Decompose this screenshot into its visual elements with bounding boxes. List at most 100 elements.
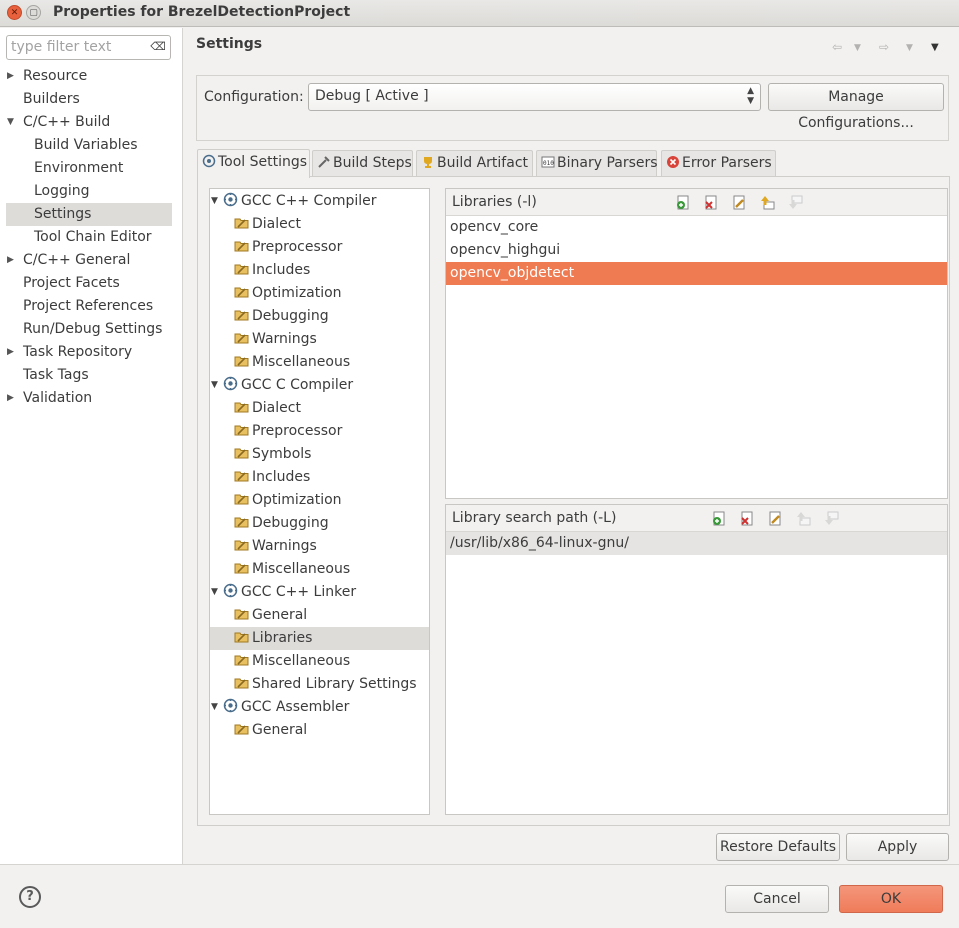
nav-item-run-debug-settings[interactable]: Run/Debug Settings bbox=[0, 318, 162, 341]
tree-node-label: Warnings bbox=[252, 331, 317, 347]
collapse-arrow-icon[interactable]: ▼ bbox=[211, 581, 218, 603]
collapse-arrow-icon[interactable]: ▼ bbox=[7, 111, 14, 133]
tree-option-dialect[interactable]: Dialect bbox=[234, 397, 301, 420]
tab-tool-settings[interactable]: Tool Settings bbox=[197, 149, 310, 178]
nav-item-tool-chain-editor[interactable]: Tool Chain Editor bbox=[0, 226, 152, 249]
tree-option-preprocessor[interactable]: Preprocessor bbox=[234, 236, 342, 259]
nav-item-resource[interactable]: ▶ Resource bbox=[0, 65, 87, 88]
tree-option-optimization[interactable]: Optimization bbox=[234, 489, 342, 512]
library-item[interactable]: opencv_highgui bbox=[446, 239, 947, 262]
cancel-button[interactable]: Cancel bbox=[725, 885, 829, 913]
tree-option-preprocessor[interactable]: Preprocessor bbox=[234, 420, 342, 443]
add-icon[interactable] bbox=[712, 511, 727, 526]
tree-option-shared-library-settings[interactable]: Shared Library Settings bbox=[234, 673, 417, 696]
tree-option-debugging[interactable]: Debugging bbox=[234, 305, 329, 328]
nav-item-environment[interactable]: Environment bbox=[0, 157, 123, 180]
option-category-icon bbox=[234, 721, 249, 736]
select-updown-icon: ▲ ▼ bbox=[747, 86, 754, 106]
error-parsers-icon bbox=[667, 156, 679, 168]
back-dropdown-icon[interactable]: ▼ bbox=[854, 43, 861, 53]
tab-build-steps[interactable]: Build Steps bbox=[312, 150, 413, 176]
delete-icon[interactable] bbox=[740, 511, 755, 526]
library-item[interactable]: opencv_core bbox=[446, 216, 947, 239]
tree-option-includes[interactable]: Includes bbox=[234, 259, 310, 282]
edit-icon[interactable] bbox=[768, 511, 783, 526]
move-up-icon[interactable] bbox=[796, 511, 811, 526]
filter-input[interactable] bbox=[11, 36, 146, 58]
settings-page: Settings ⇦ ▼ ⇨ ▼ ▼ Configuration: Debug … bbox=[184, 28, 959, 864]
tree-option-general[interactable]: General bbox=[234, 719, 307, 742]
collapse-arrow-icon[interactable]: ▼ bbox=[211, 696, 218, 718]
tree-option-miscellaneous[interactable]: Miscellaneous bbox=[234, 650, 350, 673]
restore-defaults-button[interactable]: Restore Defaults bbox=[716, 833, 840, 861]
tree-node-label: Debugging bbox=[252, 308, 329, 324]
nav-item-settings[interactable]: Settings bbox=[6, 203, 172, 226]
minimize-window-icon[interactable]: ▢ bbox=[26, 5, 41, 20]
filter-field[interactable]: ⌫ bbox=[6, 35, 171, 60]
tree-tool-gcc-assembler[interactable]: ▼ GCC Assembler bbox=[211, 696, 349, 719]
collapse-arrow-icon[interactable]: ▼ bbox=[211, 374, 218, 396]
tree-option-warnings[interactable]: Warnings bbox=[234, 535, 317, 558]
tree-option-miscellaneous[interactable]: Miscellaneous bbox=[234, 351, 350, 374]
expand-arrow-icon[interactable]: ▶ bbox=[7, 65, 14, 87]
nav-item-c-c-general[interactable]: ▶ C/C++ General bbox=[0, 249, 130, 272]
tree-node-label: Preprocessor bbox=[252, 423, 343, 439]
move-down-icon[interactable] bbox=[788, 195, 803, 210]
forward-dropdown-icon[interactable]: ▼ bbox=[906, 43, 913, 53]
nav-item-task-tags[interactable]: Task Tags bbox=[0, 364, 89, 387]
tab-label: Build Artifact bbox=[437, 155, 528, 171]
nav-item-builders[interactable]: Builders bbox=[0, 88, 80, 111]
tab-binary-parsers[interactable]: 010 Binary Parsers bbox=[536, 150, 658, 176]
nav-item-validation[interactable]: ▶ Validation bbox=[0, 387, 92, 410]
tab-error-parsers[interactable]: Error Parsers bbox=[661, 150, 776, 176]
tree-option-libraries[interactable]: Libraries bbox=[210, 627, 429, 650]
view-menu-icon[interactable]: ▼ bbox=[931, 42, 939, 53]
back-arrow-icon[interactable]: ⇦ bbox=[832, 40, 842, 54]
title-bar: ✕ ▢ Properties for BrezelDetectionProjec… bbox=[0, 0, 959, 27]
nav-item-task-repository[interactable]: ▶ Task Repository bbox=[0, 341, 132, 364]
tab-build-artifact[interactable]: Build Artifact bbox=[416, 150, 533, 176]
library-search-path-title: Library search path (-L) bbox=[452, 510, 617, 526]
expand-arrow-icon[interactable]: ▶ bbox=[7, 249, 14, 271]
tree-option-general[interactable]: General bbox=[234, 604, 307, 627]
tree-option-warnings[interactable]: Warnings bbox=[234, 328, 317, 351]
option-category-icon bbox=[234, 215, 249, 230]
nav-item-logging[interactable]: Logging bbox=[0, 180, 90, 203]
add-icon[interactable] bbox=[676, 195, 691, 210]
tree-tool-gcc-c-linker[interactable]: ▼ GCC C++ Linker bbox=[211, 581, 356, 604]
nav-item-c-c-build[interactable]: ▼ C/C++ Build bbox=[0, 111, 110, 134]
configuration-label: Configuration: bbox=[204, 89, 304, 105]
nav-item-project-facets[interactable]: Project Facets bbox=[0, 272, 120, 295]
apply-button[interactable]: Apply bbox=[846, 833, 949, 861]
tree-tool-gcc-c-compiler[interactable]: ▼ GCC C Compiler bbox=[211, 374, 353, 397]
close-window-icon[interactable]: ✕ bbox=[7, 5, 22, 20]
delete-icon[interactable] bbox=[704, 195, 719, 210]
forward-arrow-icon[interactable]: ⇨ bbox=[879, 40, 889, 54]
library-item[interactable]: opencv_objdetect bbox=[446, 262, 947, 285]
nav-item-project-references[interactable]: Project References bbox=[0, 295, 153, 318]
tree-tool-gcc-c-compiler[interactable]: ▼ GCC C++ Compiler bbox=[211, 190, 377, 213]
libraries-panel: Libraries (-l) opencv_core opencv_highgui… bbox=[445, 188, 948, 499]
tree-option-dialect[interactable]: Dialect bbox=[234, 213, 301, 236]
tree-node-label: Miscellaneous bbox=[252, 354, 351, 370]
expand-arrow-icon[interactable]: ▶ bbox=[7, 341, 14, 363]
nav-item-build-variables[interactable]: Build Variables bbox=[0, 134, 138, 157]
tree-option-symbols[interactable]: Symbols bbox=[234, 443, 311, 466]
tree-option-debugging[interactable]: Debugging bbox=[234, 512, 329, 535]
tool-settings-icon bbox=[202, 154, 216, 168]
nav-item-label: Settings bbox=[34, 206, 92, 222]
move-down-icon[interactable] bbox=[824, 511, 839, 526]
search-path-item[interactable]: /usr/lib/x86_64-linux-gnu/ bbox=[446, 532, 947, 555]
help-icon[interactable]: ? bbox=[19, 886, 41, 908]
tree-option-includes[interactable]: Includes bbox=[234, 466, 310, 489]
collapse-arrow-icon[interactable]: ▼ bbox=[211, 190, 218, 212]
tree-option-optimization[interactable]: Optimization bbox=[234, 282, 342, 305]
tree-option-miscellaneous[interactable]: Miscellaneous bbox=[234, 558, 350, 581]
move-up-icon[interactable] bbox=[760, 195, 775, 210]
manage-configurations-button[interactable]: Manage Configurations... bbox=[768, 83, 944, 131]
ok-button[interactable]: OK bbox=[839, 885, 943, 913]
clear-filter-icon[interactable]: ⌫ bbox=[150, 40, 166, 54]
configuration-select[interactable]: Debug [ Active ] ▲ ▼ bbox=[308, 83, 761, 111]
expand-arrow-icon[interactable]: ▶ bbox=[7, 387, 14, 409]
edit-icon[interactable] bbox=[732, 195, 747, 210]
